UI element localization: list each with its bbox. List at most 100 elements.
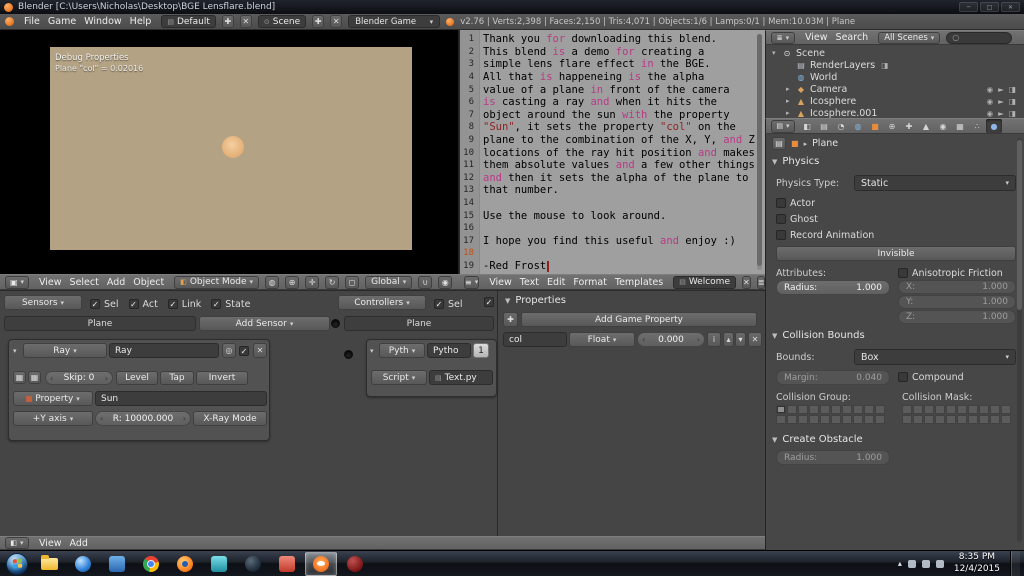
python-controller-brick[interactable]: ▾ Pyth▾ Pytho 1 Script▾ ▤ Text.py — [366, 339, 497, 397]
layer-toggle[interactable] — [946, 405, 956, 414]
ray-property-value-field[interactable]: Sun — [95, 391, 267, 406]
taskbar-app-teal[interactable] — [203, 552, 235, 576]
render-engine-dropdown[interactable]: Blender Game▾ — [348, 15, 440, 28]
taskbar-app-blue[interactable] — [101, 552, 133, 576]
orientation-dropdown[interactable]: Global▾ — [365, 276, 412, 289]
text-line[interactable]: 17I hope you find this useful and enjoy … — [460, 235, 758, 248]
game-property-value-field[interactable]: ‹0.000› — [637, 332, 705, 347]
layer-toggle[interactable] — [990, 415, 1000, 424]
layer-toggle[interactable] — [842, 415, 852, 424]
add-game-property-button[interactable]: Add Game Property — [521, 312, 757, 327]
bounds-dropdown[interactable]: Box▾ — [854, 349, 1016, 365]
logic-editor[interactable]: Sensors▾ SelActLinkState Controllers▾ Se… — [0, 290, 765, 536]
taskbar-blender[interactable] — [305, 552, 337, 576]
restrict-render-icon[interactable]: ◨ — [1009, 97, 1016, 106]
controllers-filter-menu[interactable]: Controllers▾ — [338, 295, 426, 310]
filter-link-checkbox[interactable]: Link — [168, 297, 201, 311]
tab-render[interactable]: ◧ — [799, 119, 815, 133]
script-mode-dropdown[interactable]: Script▾ — [371, 370, 427, 385]
collision-bounds-panel-header[interactable]: ▼Collision Bounds — [772, 330, 865, 341]
text-menu-text[interactable]: Text — [516, 277, 543, 288]
layer-toggle[interactable] — [913, 405, 923, 414]
unlink-text-button[interactable]: ✕ — [742, 276, 751, 289]
maximize-button[interactable]: □ — [980, 2, 999, 12]
layer-toggle[interactable] — [853, 405, 863, 414]
actor-checkbox[interactable]: Actor — [776, 196, 874, 210]
pivot-dropdown[interactable]: ⊕ — [285, 276, 299, 289]
text-line[interactable]: 3simple lens flare effect in the BGE. — [460, 58, 758, 71]
layer-toggle[interactable] — [875, 415, 885, 424]
restrict-render-icon[interactable]: ◨ — [1009, 109, 1016, 118]
game-property-type-dropdown[interactable]: Float▾ — [569, 332, 635, 347]
restrict-visible-icon[interactable]: ◉ — [987, 109, 994, 118]
tab-modifiers[interactable]: ✚ — [901, 119, 917, 133]
tab-scene[interactable]: ◔ — [833, 119, 849, 133]
layer-toggle[interactable] — [820, 405, 830, 414]
text-line[interactable]: 1Thank you for downloading this blend. — [460, 33, 758, 46]
restrict-render-icon[interactable]: ◨ — [881, 61, 888, 70]
outliner-item[interactable]: ◍World — [766, 71, 1024, 83]
level-toggle[interactable]: Level — [116, 371, 158, 385]
controller-name-field[interactable]: Pytho — [427, 343, 471, 358]
text-line[interactable]: 13that number. — [460, 184, 758, 197]
property-move-down-button[interactable]: ▾ — [735, 332, 746, 347]
scene-selector[interactable]: ⊙ Scene — [258, 15, 306, 28]
tab-object[interactable]: ■ — [867, 119, 883, 133]
outliner-item[interactable]: ▤RenderLayers◨ — [766, 59, 1024, 71]
object-link-socket[interactable] — [331, 319, 340, 328]
text-line[interactable]: 10locations of the ray hit position and … — [460, 146, 758, 159]
text-line[interactable]: 4All that is happeneing is the alpha — [460, 71, 758, 84]
layer-toggle[interactable] — [787, 415, 797, 424]
physics-type-dropdown[interactable]: Static▾ — [854, 175, 1016, 191]
editor-type-dropdown[interactable]: ▤▾ — [771, 120, 795, 133]
topbar-menu-file[interactable]: File — [20, 16, 44, 27]
taskbar-chrome[interactable] — [135, 552, 167, 576]
taskbar-firefox[interactable] — [169, 552, 201, 576]
shading-dropdown[interactable]: ◍ — [265, 276, 279, 289]
controller-state-button[interactable]: 1 — [473, 343, 489, 358]
sensor-active-checkbox[interactable] — [239, 346, 249, 356]
render-opengl-button[interactable]: ◉ — [438, 276, 452, 289]
layer-toggle[interactable] — [776, 405, 786, 414]
tab-texture[interactable]: ▦ — [952, 119, 968, 133]
editor-type-dropdown[interactable]: ◧▾ — [5, 537, 29, 549]
text-line[interactable]: 16 — [460, 222, 758, 235]
radius-slider[interactable]: Radius:1.000 — [776, 280, 890, 295]
layer-toggle[interactable] — [968, 415, 978, 424]
margin-field[interactable]: Margin:0.040 — [776, 370, 890, 385]
xray-mode-toggle[interactable]: X-Ray Mode — [193, 411, 267, 426]
layer-toggle[interactable] — [924, 415, 934, 424]
delete-property-button[interactable]: ✕ — [748, 332, 762, 347]
text-menu-templates[interactable]: Templates — [611, 277, 667, 288]
layer-toggle[interactable] — [776, 415, 786, 424]
invisible-toggle[interactable]: Invisible — [776, 246, 1016, 261]
pin-icon[interactable]: ◎ — [222, 343, 236, 358]
browse-id-icon[interactable]: ▤ — [772, 137, 786, 150]
properties-scrollbar[interactable] — [1017, 138, 1022, 542]
layer-toggle[interactable] — [831, 415, 841, 424]
filter-state-checkbox[interactable]: State — [211, 297, 250, 311]
taskbar-steam[interactable] — [237, 552, 269, 576]
layer-toggle[interactable] — [935, 405, 945, 414]
outliner[interactable]: ▾⊙Scene▤RenderLayers◨◍World▸◆Camera◉►◨▸▲… — [765, 45, 1024, 118]
restrict-select-icon[interactable]: ► — [998, 97, 1004, 106]
invert-toggle[interactable]: Invert — [196, 371, 248, 385]
outliner-menu-search[interactable]: Search — [832, 32, 873, 43]
tab-object-data[interactable]: ▲ — [918, 119, 934, 133]
text-line[interactable]: 9plane to the combination of the X, Y, a… — [460, 134, 758, 147]
disclosure-triangle-icon[interactable]: ▸ — [786, 97, 795, 105]
ray-property-dropdown[interactable]: Property▾ — [13, 391, 93, 406]
layer-toggle[interactable] — [809, 415, 819, 424]
taskbar-clock[interactable]: 8:35 PM 12/4/2015 — [950, 552, 1004, 575]
text-line[interactable]: 12and then it sets the alpha of the plan… — [460, 172, 758, 185]
collapse-sensor-triangle-icon[interactable]: ▾ — [13, 347, 17, 355]
logic-menu-view[interactable]: View — [35, 538, 66, 549]
layer-toggle[interactable] — [787, 405, 797, 414]
text-menu-format[interactable]: Format — [569, 277, 610, 288]
layer-toggle[interactable] — [935, 415, 945, 424]
text-menu-edit[interactable]: Edit — [543, 277, 569, 288]
filter-act-checkbox[interactable]: Act — [129, 297, 158, 311]
tab-physics[interactable]: ● — [986, 119, 1002, 133]
outliner-item[interactable]: ▸▲Icosphere.001◉►◨ — [766, 107, 1024, 118]
ghost-checkbox[interactable]: Ghost — [776, 212, 874, 226]
